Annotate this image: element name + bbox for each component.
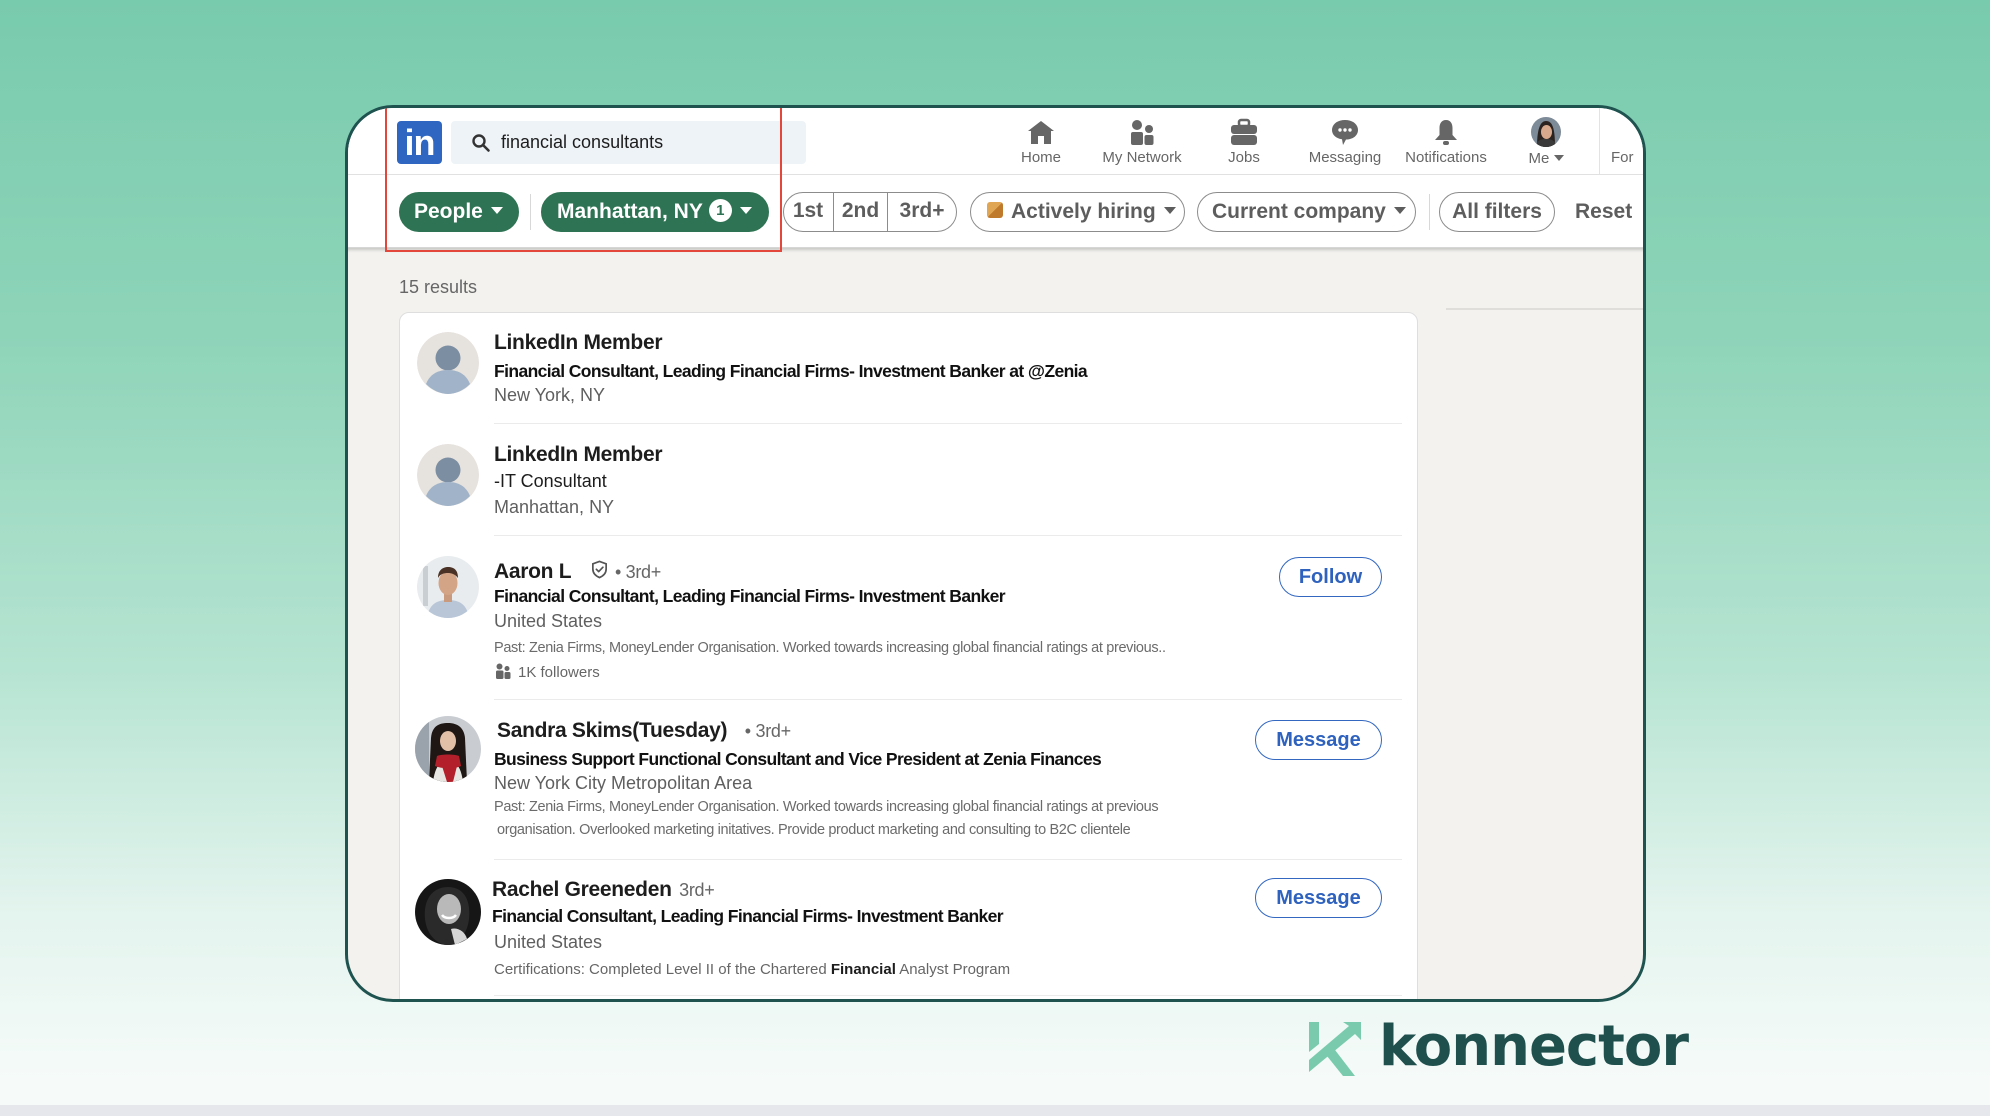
- result-name[interactable]: LinkedIn Member: [494, 331, 663, 355]
- cert-highlight: Financial: [830, 961, 896, 978]
- profile-avatar: [1531, 117, 1561, 147]
- results-count: 15 results: [399, 277, 478, 297]
- filter-actively-hiring-dropdown[interactable]: Actively hiring: [970, 192, 1185, 232]
- chevron-down-icon: [1163, 206, 1176, 214]
- result-location: Manhattan, NY: [494, 497, 615, 517]
- nav-home-label: Home: [1020, 149, 1061, 166]
- result-summary: Past: Zenia Firms, MoneyLender Organisat…: [494, 640, 1166, 656]
- reset-filters-button[interactable]: Reset: [1575, 192, 1632, 232]
- nav-for-business-label: For: [1611, 149, 1634, 166]
- result-name-text[interactable]: Aaron L: [494, 560, 571, 583]
- default-avatar-icon: [417, 444, 479, 506]
- row-divider: [494, 423, 1402, 424]
- bottom-strip: [0, 1105, 1990, 1116]
- result-headline: Financial Consultant, Leading Financial …: [494, 586, 1006, 606]
- result-summary-line-2: organisation. Overlooked marketing inita…: [497, 822, 1131, 838]
- default-avatar-icon: [417, 332, 479, 394]
- nav-for-business[interactable]: For: [1605, 112, 1643, 172]
- filter-degree-3rd-plus[interactable]: 3rd+: [888, 192, 956, 232]
- all-filters-button[interactable]: All filters: [1439, 192, 1555, 232]
- cert-text: Analyst Program: [895, 961, 1011, 978]
- followers-text: 1K followers: [518, 664, 600, 681]
- filter-separator: [1429, 194, 1430, 230]
- result-name[interactable]: Aaron L • 3rd+: [494, 560, 661, 584]
- row-divider: [494, 535, 1402, 536]
- result-headline: -IT Consultant: [494, 471, 607, 491]
- result-location: United States: [494, 611, 603, 631]
- profile-photo[interactable]: [417, 556, 479, 618]
- follow-button[interactable]: Follow: [1279, 557, 1382, 597]
- filter-actively-hiring-label: Actively hiring: [1011, 200, 1156, 223]
- result-certification: Certifications: Completed Level II of th…: [494, 961, 1010, 978]
- filter-current-company-label: Current company: [1212, 200, 1386, 223]
- result-name[interactable]: Rachel Greeneden 3rd+: [492, 878, 715, 902]
- result-location: New York, NY: [494, 385, 606, 405]
- nav-divider: [1599, 108, 1600, 174]
- followers-count: 1K followers: [494, 663, 600, 681]
- result-location: United States: [494, 932, 603, 952]
- highlight-annotation-box: [385, 108, 782, 252]
- cert-text: Certifications: Completed Level II of th…: [494, 961, 831, 978]
- profile-photo[interactable]: [415, 879, 481, 945]
- verified-shield-icon: [592, 560, 608, 579]
- nav-messaging-label: Messaging: [1308, 149, 1382, 166]
- nav-messaging[interactable]: Messaging: [1290, 112, 1400, 172]
- result-name-text[interactable]: Rachel Greeneden: [492, 878, 672, 901]
- bell-icon: [1435, 120, 1457, 145]
- chat-icon: [1332, 120, 1358, 145]
- result-headline: Financial Consultant, Leading Financial …: [492, 906, 1004, 926]
- people-icon: [496, 663, 511, 680]
- nav-me-label: Me: [1491, 150, 1601, 167]
- nav-jobs[interactable]: Jobs: [1189, 112, 1299, 172]
- row-divider: [494, 699, 1402, 700]
- nav-my-network[interactable]: My Network: [1087, 112, 1197, 172]
- nav-jobs-label: Jobs: [1228, 149, 1260, 166]
- right-panel-divider: [1446, 308, 1643, 310]
- row-divider: [494, 859, 1402, 860]
- briefcase-icon: [1231, 118, 1257, 145]
- chevron-down-icon: [1553, 155, 1564, 162]
- row-divider: [494, 995, 1402, 996]
- result-name-text[interactable]: Sandra Skims(Tuesday): [497, 719, 728, 742]
- result-name[interactable]: LinkedIn Member: [494, 443, 663, 467]
- connection-degree: • 3rd+: [744, 721, 791, 741]
- result-summary-line-1: Past: Zenia Firms, MoneyLender Organisat…: [494, 799, 1159, 815]
- connection-degree: 3rd+: [679, 880, 715, 900]
- result-headline: Business Support Functional Consultant a…: [494, 749, 1102, 769]
- connection-degree: • 3rd+: [614, 562, 661, 582]
- browser-window-frame: in financial consultants Home My Network: [345, 105, 1646, 1002]
- nav-notifications[interactable]: Notifications: [1391, 112, 1501, 172]
- profile-photo[interactable]: [415, 716, 481, 782]
- chevron-down-icon: [1393, 206, 1406, 214]
- home-icon: [1028, 121, 1054, 144]
- result-headline: Financial Consultant, Leading Financial …: [494, 361, 1088, 381]
- result-name[interactable]: Sandra Skims(Tuesday) • 3rd+: [497, 719, 791, 743]
- nav-notifications-label: Notifications: [1405, 149, 1487, 166]
- network-icon: [1131, 120, 1154, 145]
- message-button[interactable]: Message: [1255, 878, 1382, 918]
- konnector-wordmark: konnector: [1379, 1014, 1689, 1079]
- filter-current-company-dropdown[interactable]: Current company: [1197, 192, 1416, 232]
- filter-degree-1st[interactable]: 1st: [783, 192, 833, 232]
- nav-my-network-label: My Network: [1102, 149, 1182, 166]
- nav-home[interactable]: Home: [986, 112, 1096, 172]
- nav-me[interactable]: Me: [1491, 112, 1601, 172]
- message-button[interactable]: Message: [1255, 720, 1382, 760]
- konnector-k-arrow-icon: [1309, 1022, 1361, 1076]
- filter-degree-2nd[interactable]: 2nd: [834, 192, 887, 232]
- result-location: New York City Metropolitan Area: [494, 773, 753, 793]
- hiring-badge-icon: [987, 202, 1003, 219]
